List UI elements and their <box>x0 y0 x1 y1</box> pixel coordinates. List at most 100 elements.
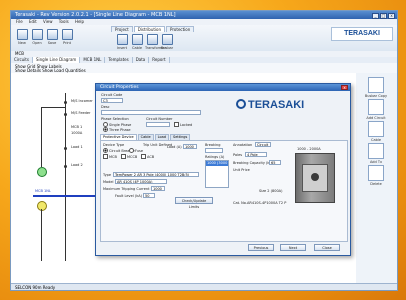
terasaki-mark-icon <box>236 99 246 109</box>
radio-icon <box>103 127 108 132</box>
description-label: Desc <box>101 105 110 109</box>
ribbon-tab-distribution[interactable]: Distribution <box>133 26 166 32</box>
right-tool-panel: Busbar Copy Add Circuit Cable Add Tx Del… <box>356 73 397 283</box>
annotation-label: Annotation <box>233 143 253 147</box>
load-1-label: Load 1 <box>71 145 83 149</box>
breaker-face <box>302 164 328 192</box>
app-window: Terasaki - Rev Version 2.0.2.1 - [Single… <box>10 10 398 291</box>
device-frame-label: 1000 - 2000A <box>297 147 321 151</box>
ribbon-tab-project[interactable]: Project <box>111 26 133 32</box>
device-type-label: Device Type <box>103 143 125 147</box>
device-type-fuse-radio[interactable]: Fuse <box>129 148 143 153</box>
menu-file[interactable]: File <box>16 19 23 24</box>
previous-button[interactable]: Previous <box>248 244 274 251</box>
rp-cable[interactable]: Cable <box>362 121 390 142</box>
cat-no-label: Cat. No. <box>233 201 247 205</box>
ribbon-tabs: Project Distribution Protection <box>111 26 195 32</box>
rp-busbar-copy[interactable]: Busbar Copy <box>362 77 390 98</box>
ribbon-tab-protection[interactable]: Protection <box>166 26 195 32</box>
folder-icon <box>31 29 43 40</box>
frame-size-label: Size 2 (800A) <box>259 189 283 193</box>
next-button[interactable]: Next <box>280 244 306 251</box>
transformer-icon <box>146 34 158 45</box>
poles-label: Poles <box>233 153 243 157</box>
max-trip-current-field[interactable]: 1000 <box>151 186 165 191</box>
load-node-icon[interactable] <box>37 201 47 211</box>
source-node-icon[interactable] <box>37 167 47 177</box>
dialog-terasaki-logo: TERASAKI <box>236 98 326 112</box>
load-2-label: Load 2 <box>71 163 83 167</box>
poles-field[interactable]: 4 Pole <box>245 152 267 157</box>
cat-no-value: AR410S-4P1000A T2 P <box>247 201 287 205</box>
close-dialog-button[interactable]: Close <box>314 244 340 251</box>
print-icon <box>61 29 73 40</box>
radio-icon <box>129 148 134 153</box>
status-text: SELCON 90m Ready <box>15 285 56 290</box>
branch-line <box>41 209 42 261</box>
phase-selection-label: Phase Selection <box>101 117 129 121</box>
menu-help[interactable]: Help <box>75 19 84 24</box>
window-controls: _ □ x <box>371 12 395 19</box>
load-field[interactable]: 1000 <box>183 144 197 149</box>
tool-new[interactable]: New <box>15 29 29 45</box>
load-label: Load (A) <box>167 145 182 149</box>
model-label: Model <box>103 180 114 184</box>
breaking-capacity-label: Breaking Capacity (kA) <box>233 161 274 165</box>
circuit-number-label: Circuit Number <box>146 117 173 121</box>
check-limits-button[interactable]: Check/Update Limits <box>175 197 213 209</box>
fault-level-label: Fault Level (kA) <box>115 194 143 198</box>
ratings-listbox[interactable]: 1000 (3000 A) <box>205 160 229 188</box>
tool-transformer[interactable]: Transformer <box>145 34 166 50</box>
circuit-code-field[interactable]: C3 <box>101 98 123 103</box>
tool-insert[interactable]: Insert <box>115 34 129 50</box>
tool-print[interactable]: Print <box>60 29 74 45</box>
cable-icon <box>131 34 143 45</box>
three-phase-radio[interactable]: Three Phase <box>103 127 131 132</box>
breaking-label: Breaking <box>205 143 221 147</box>
branch-line <box>41 107 65 108</box>
description-field[interactable] <box>101 110 201 115</box>
unit-price-label: Unit Price <box>233 168 250 172</box>
option-acb-checkbox[interactable]: ACB <box>141 154 154 159</box>
junction-node <box>64 147 67 150</box>
breaking-select[interactable] <box>205 148 223 153</box>
ratings-label: Ratings (A) <box>205 155 225 159</box>
tool-open[interactable]: Open <box>30 29 44 45</box>
busbar-copy-icon <box>368 77 384 93</box>
fault-level-field[interactable]: 50 <box>143 193 155 198</box>
circuit-number-field[interactable] <box>146 122 170 127</box>
locked-checkbox[interactable]: Locked <box>174 122 192 127</box>
project-name: MCB <box>15 51 24 56</box>
main-feeder-line <box>65 93 66 261</box>
junction-node <box>64 101 67 104</box>
annotation-field[interactable]: Circuit <box>255 142 271 147</box>
option-mcb-checkbox[interactable]: MCB <box>103 154 117 159</box>
type-label: Type <box>103 173 112 177</box>
busbar-label: MCB 1NL <box>35 189 51 193</box>
terasaki-logo: TERASAKI <box>331 27 393 41</box>
junction-node <box>64 113 67 116</box>
rp-add-tx[interactable]: Add Tx <box>362 143 390 164</box>
breaker-image <box>295 153 335 203</box>
tool-busbar[interactable]: Busbar <box>160 34 174 50</box>
busbar-icon <box>161 34 173 45</box>
transformer-icon <box>368 143 384 159</box>
type-select[interactable]: TemPower 2 AR 3 Pole (4000) 1000 T2B(5) <box>113 172 199 177</box>
tool-cable[interactable]: Cable <box>130 34 144 50</box>
title-bar: Terasaki - Rev Version 2.0.2.1 - [Single… <box>11 11 397 19</box>
option-mccb-checkbox[interactable]: MCCB <box>121 154 137 159</box>
junction-node <box>64 165 67 168</box>
branch-line <box>41 107 42 167</box>
breaking-capacity-field[interactable]: 65 <box>269 160 281 165</box>
model-select[interactable]: AR 410S (4P 1000A) <box>115 179 167 184</box>
ratings-selected-item[interactable]: 1000 (3000 A) <box>206 161 228 170</box>
delete-icon <box>368 165 384 181</box>
menu-tools[interactable]: Tools <box>59 19 69 24</box>
tool-save[interactable]: Save <box>45 29 59 45</box>
menu-view[interactable]: View <box>43 19 53 24</box>
dialog-close-button[interactable]: x <box>341 85 348 90</box>
rp-add-circuit[interactable]: Add Circuit <box>362 99 390 120</box>
rp-delete[interactable]: Delete <box>362 165 390 186</box>
main-supply-label: M/S Incomer <box>71 99 93 103</box>
menu-edit[interactable]: Edit <box>29 19 37 24</box>
